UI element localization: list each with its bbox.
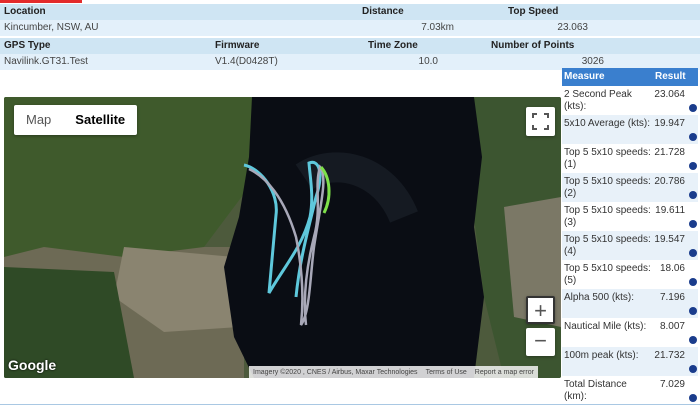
measure-value: 19.611	[655, 205, 685, 216]
measure-value: 21.728	[654, 147, 685, 158]
results-row: Total Distance (km): 7.029	[562, 376, 698, 405]
measure-value: 18.06	[659, 263, 685, 274]
measure-label: Total Distance (km):	[564, 379, 627, 402]
measure-value: 19.947	[654, 118, 685, 129]
location-header: Location	[4, 6, 46, 17]
results-row: Alpha 500 (kts): 7.196	[562, 289, 698, 318]
results-row: Top 5 5x10 speeds: (2) 20.786	[562, 173, 698, 202]
measure-label: Top 5 5x10 speeds: (4)	[564, 234, 651, 257]
gps-type-header: GPS Type	[4, 40, 51, 51]
result-header: Result	[655, 71, 686, 82]
num-points-value: 3026	[581, 56, 604, 67]
firmware-header: Firmware	[215, 40, 260, 51]
google-logo: Google	[8, 357, 57, 373]
measure-value: 7.196	[659, 292, 685, 303]
show-on-map-icon[interactable]	[689, 394, 697, 402]
show-on-map-icon[interactable]	[689, 220, 697, 228]
results-row: 5x10 Average (kts): 19.947	[562, 115, 698, 144]
measure-label: Nautical Mile (kts):	[564, 321, 647, 332]
gps-track-overlay	[243, 160, 331, 326]
show-on-map-icon[interactable]	[689, 191, 697, 199]
time-zone-value: 10.0	[418, 56, 438, 67]
time-zone-header: Time Zone	[368, 40, 418, 51]
measure-value: 19.547	[654, 234, 685, 245]
show-on-map-icon[interactable]	[689, 307, 697, 315]
gps-type-value: Navilink.GT31.Test	[4, 56, 88, 67]
active-tab-indicator	[0, 0, 82, 3]
show-on-map-icon[interactable]	[689, 365, 697, 373]
measure-label: 2 Second Peak (kts):	[564, 89, 632, 112]
bottom-divider	[0, 404, 700, 405]
top-speed-header: Top Speed	[508, 6, 559, 17]
results-row: 2 Second Peak (kts): 23.064	[562, 86, 698, 115]
results-row: 100m peak (kts): 21.732	[562, 347, 698, 376]
fullscreen-icon	[532, 113, 549, 130]
measure-label: Top 5 5x10 speeds: (1)	[564, 147, 651, 170]
fullscreen-button[interactable]	[526, 107, 555, 136]
plus-icon: +	[534, 298, 547, 323]
measure-label: Top 5 5x10 speeds: (5)	[564, 263, 651, 286]
report-error-link[interactable]: Report a map error	[475, 369, 534, 376]
map-type-switcher: Map Satellite	[14, 105, 138, 135]
satellite-view-button[interactable]: Satellite	[63, 105, 137, 135]
results-row: Top 5 5x10 speeds: (3) 19.611	[562, 202, 698, 231]
imagery-credit: Imagery ©2020 , CNES / Airbus, Maxar Tec…	[253, 368, 418, 376]
firmware-value: V1.4(D0428T)	[215, 56, 278, 67]
measure-value: 20.786	[654, 176, 685, 187]
info-header-row-2: GPS Type Firmware Time Zone Number of Po…	[0, 38, 700, 54]
distance-header: Distance	[362, 6, 404, 17]
measure-value: 7.029	[659, 379, 685, 390]
top-speed-value: 23.063	[557, 22, 588, 33]
num-points-header: Number of Points	[491, 40, 575, 51]
measure-label: Top 5 5x10 speeds: (2)	[564, 176, 651, 199]
terms-link[interactable]: Terms of Use	[426, 369, 467, 376]
info-value-row-1: Kincumber, NSW, AU 7.03km 23.063	[0, 20, 700, 36]
measure-label: Alpha 500 (kts):	[564, 292, 635, 303]
location-value: Kincumber, NSW, AU	[4, 22, 99, 33]
measure-label: Top 5 5x10 speeds: (3)	[564, 205, 651, 228]
satellite-map[interactable]: Map Satellite + − Google Imagery ©2020 ,…	[4, 97, 561, 378]
measure-value: 8.007	[659, 321, 685, 332]
zoom-in-button[interactable]: +	[526, 296, 555, 324]
results-row: Nautical Mile (kts): 8.007	[562, 318, 698, 347]
results-row: Top 5 5x10 speeds: (5) 18.06	[562, 260, 698, 289]
results-row: Top 5 5x10 speeds: (4) 19.547	[562, 231, 698, 260]
results-header: Measure Result	[562, 68, 698, 86]
measure-value: 21.732	[654, 350, 685, 361]
minus-icon: −	[534, 328, 547, 353]
distance-value: 7.03km	[421, 22, 454, 33]
map-attribution: Imagery ©2020 , CNES / Airbus, Maxar Tec…	[249, 366, 538, 378]
show-on-map-icon[interactable]	[689, 336, 697, 344]
measure-label: 5x10 Average (kts):	[564, 118, 650, 129]
show-on-map-icon[interactable]	[689, 278, 697, 286]
measure-header: Measure	[564, 71, 605, 82]
show-on-map-icon[interactable]	[689, 162, 697, 170]
measure-value: 23.064	[654, 89, 685, 100]
show-on-map-icon[interactable]	[689, 104, 697, 112]
results-row: Top 5 5x10 speeds: (1) 21.728	[562, 144, 698, 173]
zoom-out-button[interactable]: −	[526, 328, 555, 356]
show-on-map-icon[interactable]	[689, 133, 697, 141]
map-view-button[interactable]: Map	[14, 105, 63, 135]
measure-label: 100m peak (kts):	[564, 350, 639, 361]
show-on-map-icon[interactable]	[689, 249, 697, 257]
info-header-row-1: Location Distance Top Speed	[0, 4, 700, 20]
